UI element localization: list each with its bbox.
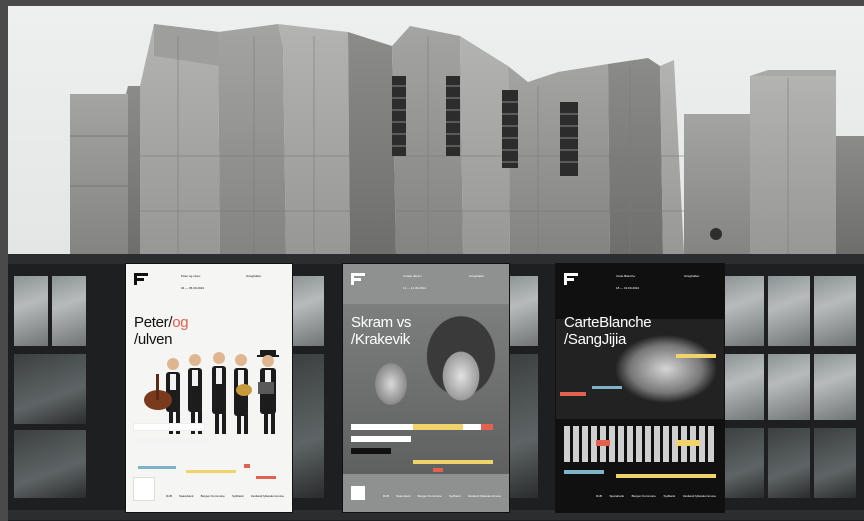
graphic-bar (256, 476, 276, 479)
title-accent: og (172, 314, 189, 331)
graphic-bar (676, 354, 716, 358)
sponsor-logo: Sydbank (231, 494, 244, 498)
poster-title: Peter/og (134, 314, 189, 331)
sponsor-logo: Sparebank (609, 494, 624, 498)
graphic-bar (592, 386, 622, 389)
sponsor-row: DnB Sparebank Bergen Kommune Sydbank Ves… (596, 494, 716, 498)
graphic-bar (616, 474, 716, 478)
concrete-building (70, 24, 864, 256)
window-pane (768, 428, 810, 498)
graphic-bar (351, 486, 365, 500)
window-pane (814, 354, 856, 420)
logo-icon (564, 273, 578, 285)
logo-icon (134, 273, 148, 285)
sponsor-logo: Vestland fylkeskommune (682, 494, 716, 498)
graphic-bar (134, 478, 154, 500)
sponsor-logo: Vestland fylkeskommune (250, 494, 284, 498)
facade-band (8, 254, 864, 264)
poster-date: 18 — 19.09.2024 (616, 286, 640, 290)
poster-carteblanche-sangjijia: Carte Blanche Grieghallen 18 — 19.09.202… (556, 264, 724, 512)
sponsor-logo: Vestland fylkeskommune (467, 494, 501, 498)
sponsor-row: DnB Sparebank Bergen Kommune Sydbank Ves… (383, 494, 501, 498)
window-pane (722, 276, 764, 346)
graphic-bar (244, 464, 250, 468)
photo-scene: Peter og ulven Grieghallen 04 — 05.09.20… (8, 6, 864, 521)
graphic-bar (564, 470, 604, 474)
window-pane (52, 276, 86, 346)
sponsor-logo: DnB (383, 494, 389, 498)
poster-meta: Grieghallen (684, 274, 700, 278)
window-pane (768, 276, 810, 346)
poster-date: 11 — 12.09.2024 (403, 286, 426, 290)
poster-meta: Carte Blanche (616, 274, 636, 278)
poster-title-line2: /SangJijia (564, 331, 627, 348)
window-pane (722, 428, 764, 498)
window-pane (508, 354, 538, 498)
poster-skram-vs-krakevik: Amalie Skram Grieghallen 11 — 12.09.2024… (343, 264, 509, 512)
window-pane (722, 354, 764, 420)
sponsor-logo: Sydbank (663, 494, 676, 498)
poster-meta: Grieghallen (246, 274, 262, 278)
graphic-bar (138, 466, 176, 469)
graphic-bar (596, 440, 610, 446)
window-pane (508, 276, 538, 346)
sponsor-row: DnB Sparebank Bergen Kommune Sydbank Ves… (166, 494, 284, 498)
poster-peter-og-ulven: Peter og ulven Grieghallen 04 — 05.09.20… (126, 264, 292, 512)
window-pane (14, 276, 48, 346)
window-pane (290, 276, 324, 346)
title-line: Peter/ (134, 314, 173, 331)
sponsor-logo: Bergen Kommune (200, 494, 225, 498)
poster-title: Skram vs (351, 314, 412, 331)
graphic-bar (433, 468, 443, 472)
sponsor-logo: Bergen Kommune (631, 494, 656, 498)
graphic-bar (351, 436, 411, 442)
poster-meta: Amalie Skram (403, 274, 422, 278)
window-pane (14, 354, 86, 424)
musicians-photo (144, 350, 279, 434)
window-pane (14, 430, 86, 498)
poster-date: 04 — 05.09.2024 (181, 286, 205, 290)
sponsor-logo: DnB (166, 494, 172, 498)
sponsor-logo: Sparebank (178, 494, 194, 498)
graphic-bar (413, 460, 493, 464)
window-pane (814, 276, 856, 346)
window-pane (814, 428, 856, 498)
sponsor-logo: Sparebank (395, 494, 411, 498)
graphic-bar (134, 438, 208, 444)
graphic-bar (481, 424, 493, 430)
logo-icon (351, 273, 365, 285)
window-pane (768, 354, 810, 420)
window-pane (290, 354, 324, 498)
graphic-bar (134, 424, 204, 430)
graphic-bar (676, 440, 700, 446)
poster-title: CarteBlanche (564, 314, 652, 331)
sponsor-logo: Sydbank (448, 494, 461, 498)
graphic-bar (413, 424, 463, 430)
poster-meta: Grieghallen (469, 274, 485, 278)
graphic-bar (186, 470, 236, 473)
graphic-bar (560, 392, 586, 396)
graphic-bar (351, 448, 391, 454)
poster-meta: Peter og ulven (181, 274, 201, 278)
sponsor-logo: Bergen Kommune (417, 494, 442, 498)
sponsor-logo: DnB (596, 494, 602, 498)
poster-title-line2: /Krakevik (351, 331, 410, 348)
